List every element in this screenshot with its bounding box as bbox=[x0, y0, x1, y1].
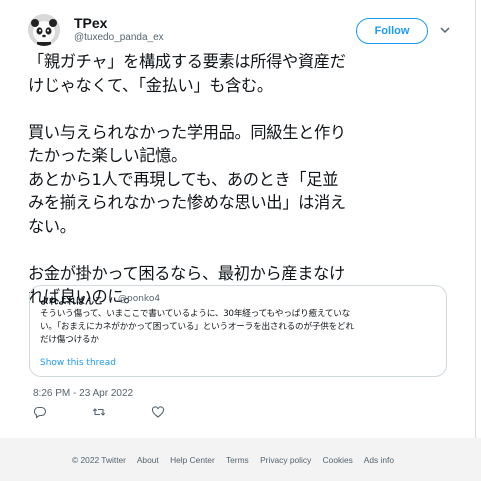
footer-link-help-center[interactable]: Help Center bbox=[170, 455, 215, 465]
footer-link-cookies[interactable]: Cookies bbox=[323, 455, 353, 465]
follow-button[interactable]: Follow bbox=[356, 18, 428, 44]
footer-copyright: © 2022 Twitter bbox=[72, 455, 126, 465]
quote-author-handle: @ponko4 bbox=[118, 294, 161, 304]
footer-link-ads-info[interactable]: Ads info bbox=[364, 455, 394, 465]
heart-icon[interactable] bbox=[151, 405, 165, 419]
quoted-tweet[interactable]: よれよれぱんこ @ponko4 そういう傷って、いまここで書いているように、30… bbox=[29, 285, 447, 377]
footer-links: © 2022 Twitter About Help Center Terms P… bbox=[72, 455, 403, 465]
page-footer: © 2022 Twitter About Help Center Terms P… bbox=[0, 438, 481, 481]
tweet-text: 「親ガチャ」を構成する要素は所得や資産だ けじゃなくて、「金払い」も含む。 買い… bbox=[28, 52, 346, 306]
avatar[interactable] bbox=[28, 14, 60, 46]
footer-link-terms[interactable]: Terms bbox=[226, 455, 249, 465]
author-handle[interactable]: @tuxedo_panda_ex bbox=[74, 32, 164, 43]
panda-avatar-icon bbox=[28, 14, 60, 46]
tweet-card: TPex @tuxedo_panda_ex Follow 「親ガチャ」を構成する… bbox=[0, 0, 476, 438]
quote-text: そういう傷って、いまここで書いているように、30年経ってもやっぱり癒えていな い… bbox=[40, 309, 354, 345]
tweet-timestamp[interactable]: 8:26 PM - 23 Apr 2022 bbox=[33, 388, 133, 399]
quote-author-name: よれよれぱんこ bbox=[40, 297, 104, 307]
show-thread-link[interactable]: Show this thread bbox=[40, 358, 116, 368]
retweet-icon[interactable] bbox=[92, 405, 106, 419]
footer-link-about[interactable]: About bbox=[137, 455, 159, 465]
footer-link-privacy-policy[interactable]: Privacy policy bbox=[260, 455, 311, 465]
chevron-down-icon[interactable] bbox=[439, 24, 451, 36]
reply-icon[interactable] bbox=[33, 405, 47, 419]
author-name[interactable]: TPex bbox=[74, 15, 107, 31]
